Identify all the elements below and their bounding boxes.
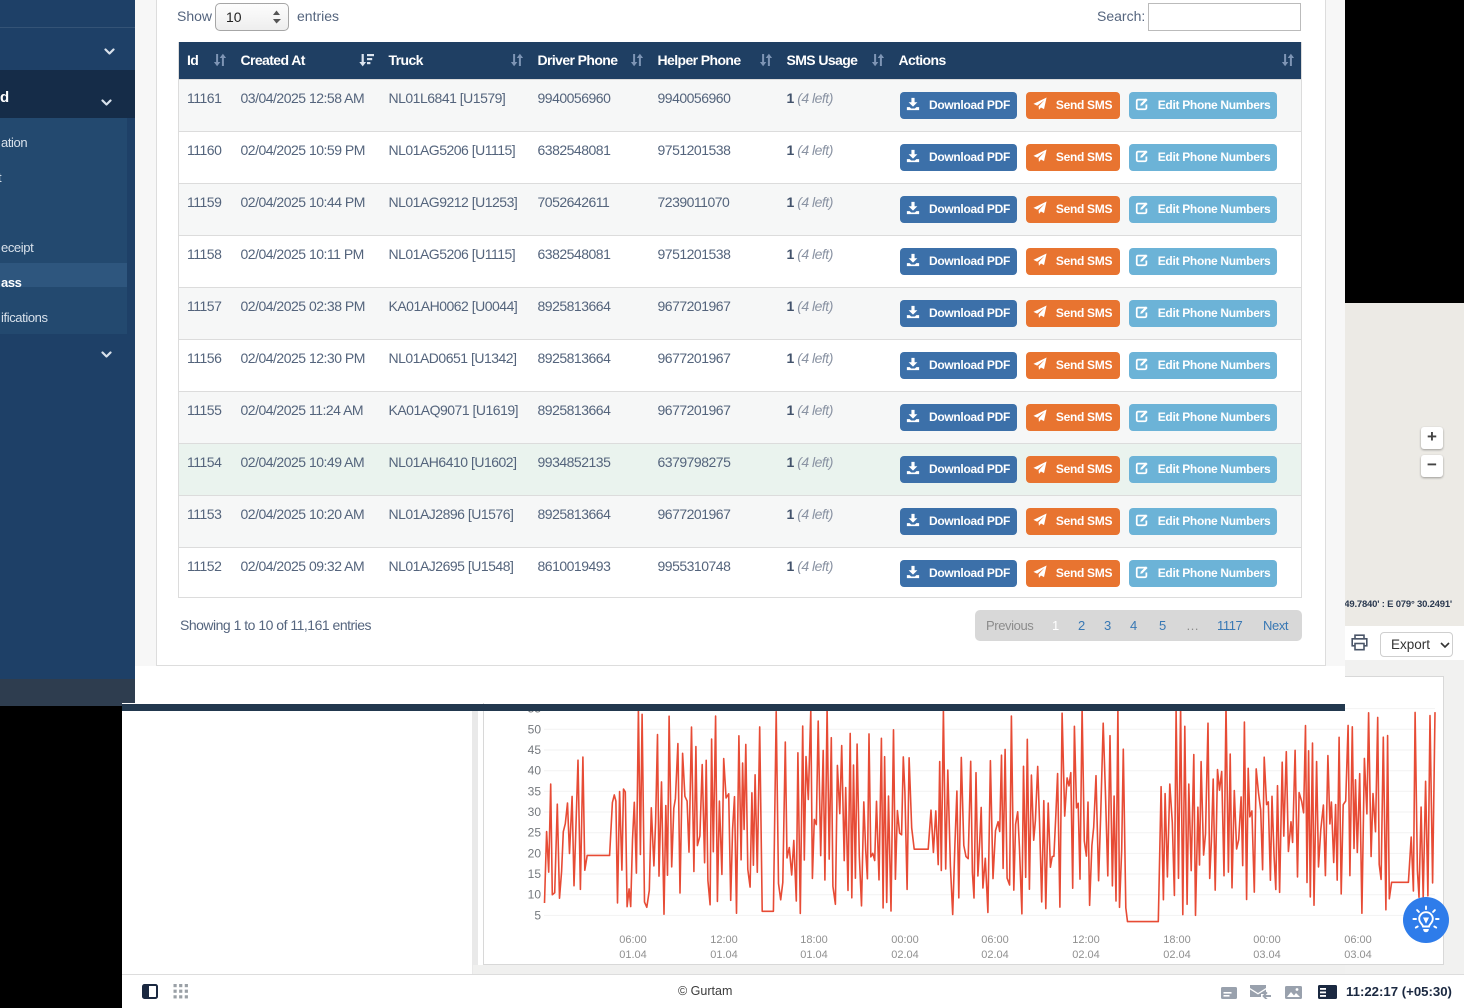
svg-text:25: 25 <box>528 826 542 840</box>
svg-text:12:00: 12:00 <box>710 934 738 946</box>
svg-text:06:00: 06:00 <box>981 934 1009 946</box>
svg-text:03.04: 03.04 <box>1253 949 1281 961</box>
svg-text:15: 15 <box>528 867 542 881</box>
svg-text:03.04: 03.04 <box>1344 949 1372 961</box>
svg-text:02.04: 02.04 <box>891 949 919 961</box>
svg-text:35: 35 <box>528 784 542 798</box>
svg-text:18:00: 18:00 <box>1163 934 1191 946</box>
svg-text:45: 45 <box>528 743 542 757</box>
svg-text:06:00: 06:00 <box>1344 934 1372 946</box>
svg-text:12:00: 12:00 <box>1072 934 1100 946</box>
svg-text:00:00: 00:00 <box>891 934 919 946</box>
svg-text:02.04: 02.04 <box>981 949 1009 961</box>
svg-text:5: 5 <box>534 908 541 922</box>
svg-text:01.04: 01.04 <box>800 949 828 961</box>
svg-text:01.04: 01.04 <box>710 949 738 961</box>
svg-text:10: 10 <box>528 888 542 902</box>
svg-text:02.04: 02.04 <box>1072 949 1100 961</box>
svg-text:40: 40 <box>528 764 542 778</box>
svg-text:30: 30 <box>528 805 542 819</box>
svg-text:20: 20 <box>528 846 542 860</box>
svg-text:01.04: 01.04 <box>619 949 647 961</box>
svg-text:50: 50 <box>528 722 542 736</box>
svg-text:00:00: 00:00 <box>1253 934 1281 946</box>
svg-text:18:00: 18:00 <box>800 934 828 946</box>
svg-text:06:00: 06:00 <box>619 934 647 946</box>
svg-text:02.04: 02.04 <box>1163 949 1191 961</box>
